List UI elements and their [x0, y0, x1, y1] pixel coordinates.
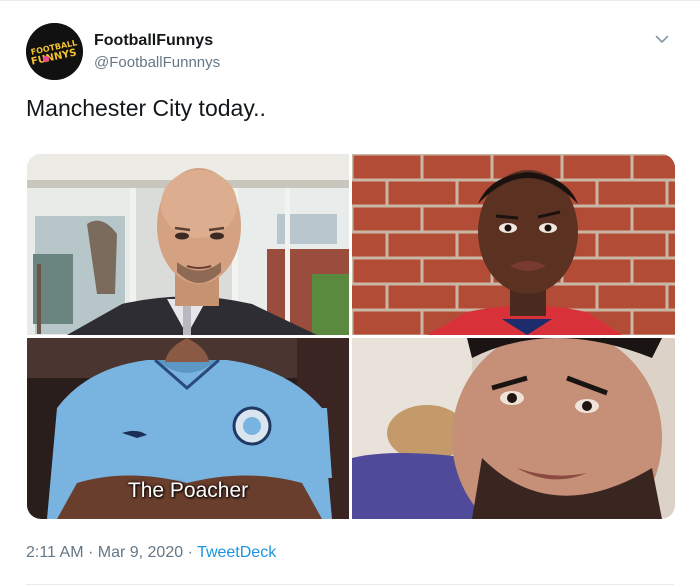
divider	[26, 584, 674, 585]
media-photo-4[interactable]	[352, 338, 675, 519]
photo-man-brick-wall	[352, 154, 675, 335]
photo-man-in-suit	[27, 154, 349, 335]
tweet-card: FOOTBALL FUNNYS FootballFunnys @Football…	[0, 0, 700, 587]
avatar[interactable]: FOOTBALL FUNNYS	[26, 23, 83, 80]
media-photo-2[interactable]	[352, 154, 675, 335]
meta-separator: ·	[83, 544, 98, 561]
meta-separator: ·	[183, 544, 198, 561]
photo-man-selfie	[352, 338, 675, 519]
tweet-date[interactable]: Mar 9, 2020	[98, 544, 183, 561]
tweet-header: FOOTBALL FUNNYS FootballFunnys @Football…	[26, 23, 674, 80]
display-name[interactable]: FootballFunnys	[94, 31, 220, 51]
tweet-media-grid: The Poacher	[27, 154, 675, 519]
chevron-down-icon	[655, 35, 669, 43]
tweet-text: Manchester City today..	[26, 95, 266, 121]
tweet-meta: 2:11 AM · Mar 9, 2020 · TweetDeck	[26, 542, 276, 564]
media-photo-3[interactable]: The Poacher	[27, 338, 349, 519]
author-names: FootballFunnys @FootballFunnnys	[94, 31, 220, 73]
avatar-logo: FOOTBALL FUNNYS	[26, 23, 83, 80]
tweet-time[interactable]: 2:11 AM	[26, 544, 84, 561]
media-caption: The Poacher	[127, 479, 249, 502]
handle[interactable]: @FootballFunnnys	[94, 53, 220, 73]
tweet-source-link[interactable]: TweetDeck	[197, 544, 276, 561]
media-photo-1[interactable]	[27, 154, 349, 335]
more-options-button[interactable]	[650, 27, 674, 51]
